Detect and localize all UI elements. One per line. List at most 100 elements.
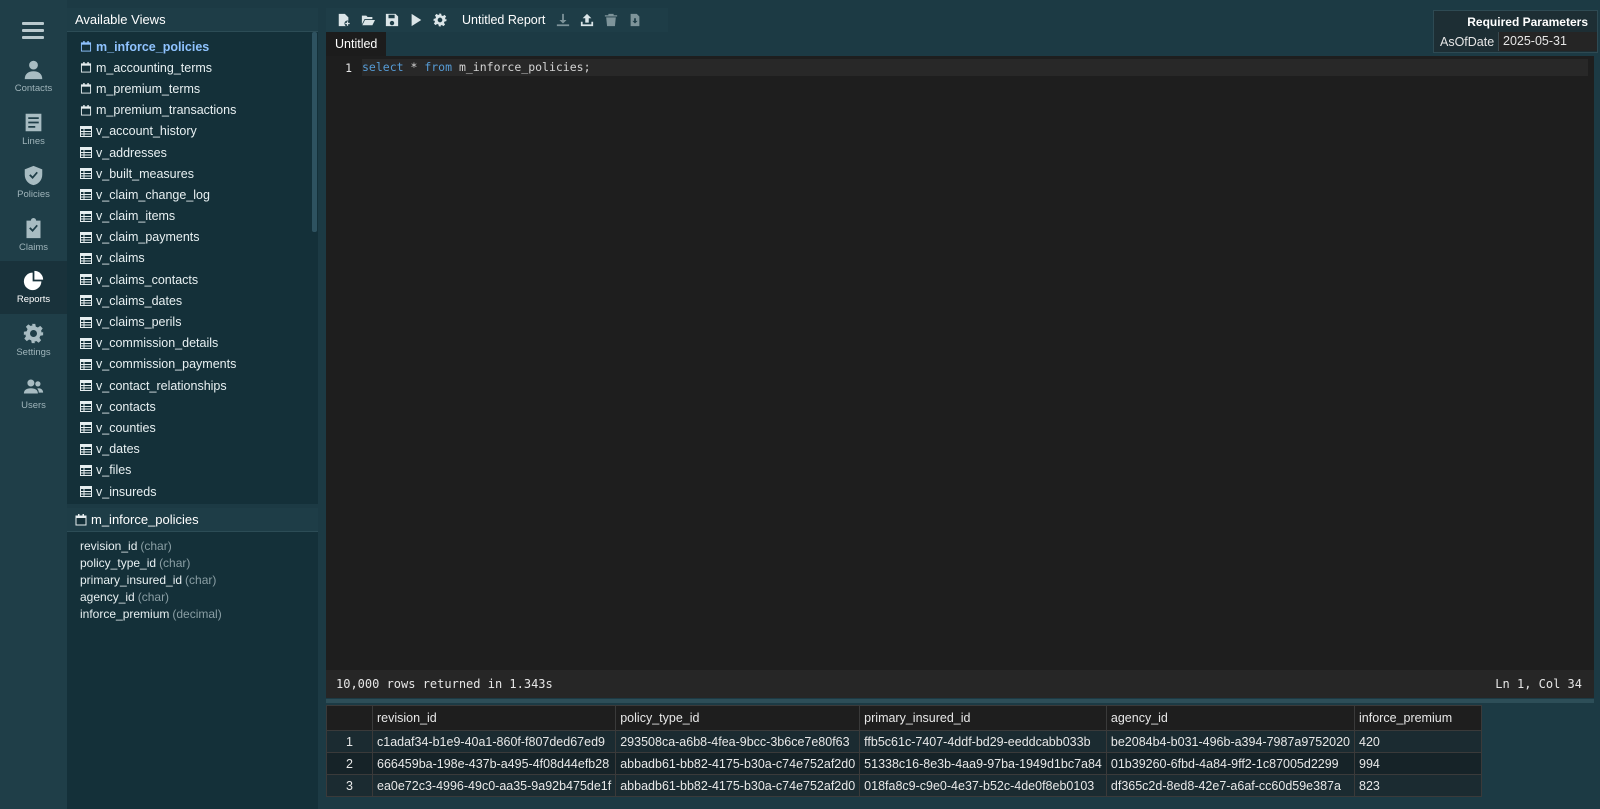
table-cell: 51338c16-8e3b-4aa9-97ba-1949d1bc7a84 bbox=[859, 752, 1107, 775]
table-icon bbox=[80, 486, 92, 498]
view-item[interactable]: v_contacts bbox=[67, 396, 318, 417]
settings-button[interactable] bbox=[428, 10, 452, 30]
view-item[interactable]: v_built_measures bbox=[67, 163, 318, 184]
column-header[interactable]: agency_id bbox=[1105, 705, 1356, 731]
nav-item-reports[interactable]: Reports bbox=[0, 261, 67, 314]
results-table: revision_id policy_type_id primary_insured… bbox=[326, 705, 1483, 797]
view-item-label: v_built_measures bbox=[96, 166, 194, 181]
field-item[interactable]: agency_id (char) bbox=[67, 588, 318, 605]
table-icon bbox=[80, 443, 92, 455]
view-item-label: v_dates bbox=[96, 442, 140, 457]
table-row[interactable]: 3 ea0e72c3-4996-49c0-aa35-9a92b475de1f abb… bbox=[326, 774, 1483, 797]
table-icon bbox=[80, 295, 92, 307]
column-header[interactable]: inforce_premium bbox=[1354, 705, 1483, 731]
as-of-date-input[interactable]: 2025-05-31 bbox=[1498, 32, 1597, 51]
nav-label: Users bbox=[21, 400, 46, 411]
results-splitter[interactable] bbox=[326, 699, 1594, 703]
view-item-label: v_files bbox=[96, 463, 132, 478]
nav-item-claims[interactable]: Claims bbox=[0, 209, 67, 262]
view-item[interactable]: v_claims_dates bbox=[67, 290, 318, 311]
row-number: 2 bbox=[326, 752, 373, 775]
table-icon bbox=[80, 231, 92, 243]
table-cell: 823 bbox=[1354, 774, 1483, 797]
view-item-label: v_counties bbox=[96, 420, 156, 435]
view-item[interactable]: m_inforce_policies bbox=[67, 36, 318, 57]
row-number: 3 bbox=[326, 774, 373, 797]
code-table: m_inforce_policies; bbox=[452, 60, 591, 74]
view-item-label: v_commission_details bbox=[96, 336, 219, 351]
view-item[interactable]: v_commission_payments bbox=[67, 354, 318, 375]
nav-item-users[interactable]: Users bbox=[0, 367, 67, 420]
gear-icon bbox=[23, 323, 44, 344]
line-number: 1 bbox=[345, 60, 352, 75]
nav-item-lines[interactable]: Lines bbox=[0, 103, 67, 156]
column-header[interactable]: primary_insured_id bbox=[859, 705, 1107, 731]
contact-icon bbox=[24, 60, 43, 80]
run-button[interactable] bbox=[404, 10, 428, 30]
view-item[interactable]: v_commission_details bbox=[67, 333, 318, 354]
view-item[interactable]: v_claim_items bbox=[67, 206, 318, 227]
code-text[interactable]: select * from m_inforce_policies; bbox=[362, 59, 1588, 76]
view-item[interactable]: v_files bbox=[67, 460, 318, 481]
table-body: 1 c1adaf34-b1e9-40a1-860f-f807ded67ed9 293… bbox=[326, 730, 1483, 797]
hamburger-menu-icon[interactable] bbox=[22, 22, 44, 40]
open-button[interactable] bbox=[356, 10, 380, 30]
keyword-select: select bbox=[362, 60, 404, 74]
calendar-icon bbox=[80, 83, 92, 95]
run-icon bbox=[411, 13, 422, 27]
download-button[interactable] bbox=[551, 10, 575, 30]
table-row[interactable]: 2 666459ba-198e-437b-a495-4f08d44efb28 abb… bbox=[326, 752, 1483, 775]
view-item[interactable]: v_claims_perils bbox=[67, 311, 318, 332]
save-button[interactable] bbox=[380, 10, 404, 30]
export-button[interactable] bbox=[623, 10, 647, 30]
view-item-label: v_claims_contacts bbox=[96, 272, 199, 287]
column-header[interactable]: policy_type_id bbox=[615, 705, 861, 731]
field-item[interactable]: revision_id (char) bbox=[67, 537, 318, 554]
delete-icon bbox=[605, 13, 618, 27]
upload-button[interactable] bbox=[575, 10, 599, 30]
field-name: policy_type_id bbox=[80, 555, 157, 570]
nav-item-contacts[interactable]: Contacts bbox=[0, 50, 67, 103]
field-type: (char) bbox=[137, 589, 170, 604]
report-title[interactable]: Untitled Report bbox=[462, 13, 545, 27]
view-item[interactable]: v_contact_relationships bbox=[67, 375, 318, 396]
view-item[interactable]: v_insureds bbox=[67, 481, 318, 502]
view-item[interactable]: m_premium_terms bbox=[67, 78, 318, 99]
field-item[interactable]: primary_insured_id (char) bbox=[67, 571, 318, 588]
field-name: revision_id bbox=[80, 538, 138, 553]
view-item[interactable]: m_premium_transactions bbox=[67, 100, 318, 121]
table-row[interactable]: 1 c1adaf34-b1e9-40a1-860f-f807ded67ed9 293… bbox=[326, 730, 1483, 753]
view-item[interactable]: v_claim_payments bbox=[67, 227, 318, 248]
nav-item-settings[interactable]: Settings bbox=[0, 314, 67, 367]
nav-item-policies[interactable]: Policies bbox=[0, 156, 67, 209]
view-item[interactable]: v_claims bbox=[67, 248, 318, 269]
view-item-label: v_claims_perils bbox=[96, 315, 182, 330]
view-item[interactable]: v_dates bbox=[67, 439, 318, 460]
view-item-label: v_addresses bbox=[96, 145, 167, 160]
view-item[interactable]: v_account_history bbox=[67, 121, 318, 142]
views-scrollbar[interactable] bbox=[312, 32, 317, 232]
delete-button[interactable] bbox=[599, 10, 623, 30]
view-item[interactable]: v_counties bbox=[67, 417, 318, 438]
params-title: Required Parameters bbox=[1467, 15, 1588, 29]
calendar-icon bbox=[80, 104, 92, 116]
table-icon bbox=[80, 210, 92, 222]
available-views-panel: Available Views m_inforce_policies m_acco… bbox=[67, 8, 318, 504]
view-item[interactable]: v_claim_change_log bbox=[67, 184, 318, 205]
editor-tabs: Untitled bbox=[326, 32, 1600, 56]
users-icon bbox=[23, 379, 44, 394]
field-item[interactable]: inforce_premium (decimal) bbox=[67, 605, 318, 622]
column-header[interactable] bbox=[326, 705, 373, 731]
field-list: revision_id (char) policy_type_id (char) pri… bbox=[67, 532, 318, 622]
table-cell: 293508ca-a6b8-4fea-9bcc-3b6ce7e80f63 bbox=[615, 730, 861, 753]
column-header[interactable]: revision_id bbox=[371, 705, 617, 731]
view-item[interactable]: v_addresses bbox=[67, 142, 318, 163]
field-item[interactable]: policy_type_id (char) bbox=[67, 554, 318, 571]
sql-editor[interactable]: 1 select * from m_inforce_policies; bbox=[326, 56, 1594, 670]
view-item[interactable]: m_accounting_terms bbox=[67, 57, 318, 78]
new-report-button[interactable] bbox=[332, 10, 356, 30]
view-item[interactable]: v_claims_contacts bbox=[67, 269, 318, 290]
table-icon bbox=[80, 125, 92, 137]
nav-label: Claims bbox=[18, 242, 49, 253]
tab-untitled[interactable]: Untitled bbox=[326, 32, 387, 56]
